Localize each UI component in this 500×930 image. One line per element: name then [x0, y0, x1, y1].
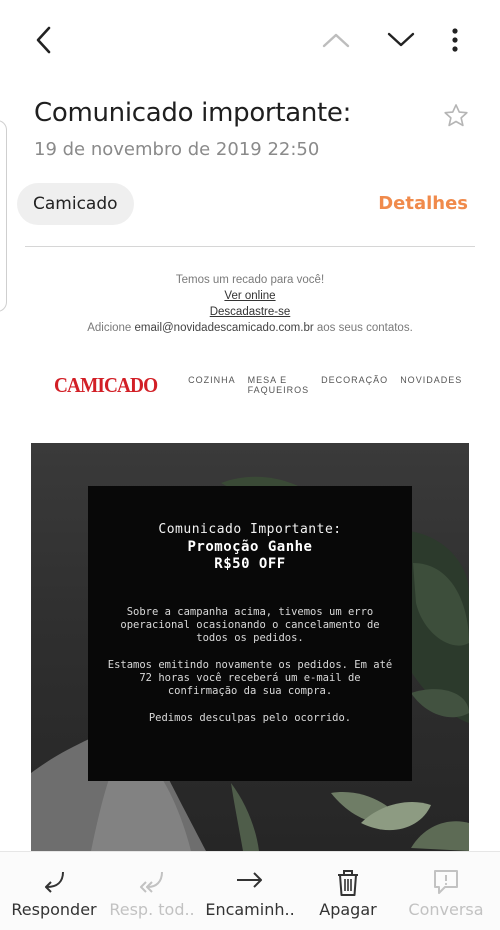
back-button[interactable]	[26, 22, 62, 58]
vertical-dots-icon	[452, 28, 458, 52]
email-preheader: Temos um recado para você! Ver online De…	[0, 272, 500, 336]
unsubscribe-link[interactable]: Descadastre-se	[0, 304, 500, 320]
trash-icon	[338, 870, 358, 896]
top-bar	[0, 0, 500, 80]
chevron-up-icon	[322, 33, 350, 48]
brand-header: CAMICADO COZINHA MESA E FAQUEIROS DECORA…	[54, 371, 461, 399]
delete-button[interactable]: Apagar	[298, 852, 398, 930]
camicado-logo[interactable]: CAMICADO	[54, 373, 158, 398]
star-icon	[444, 104, 468, 127]
brand-nav: COZINHA MESA E FAQUEIROS DECORAÇÃO NOVID…	[176, 375, 462, 395]
delete-label: Apagar	[319, 900, 377, 919]
reply-label: Responder	[11, 900, 97, 919]
forward-label: Encaminh..	[205, 900, 295, 919]
more-options-button[interactable]	[440, 22, 470, 58]
notice-box: Comunicado Importante: Promoção Ganhe R$…	[88, 486, 412, 781]
add-contact-text: Adicione email@novidadescamicado.com.br …	[0, 320, 500, 336]
nav-item-decoracao[interactable]: DECORAÇÃO	[321, 375, 388, 395]
conversation-button[interactable]: Conversa	[396, 852, 496, 930]
add-contact-suffix: aos seus contatos.	[313, 322, 413, 334]
nav-item-cozinha[interactable]: COZINHA	[188, 375, 236, 395]
notice-paragraph-3: Pedimos desculpas pelo ocorrido.	[148, 712, 352, 724]
details-link[interactable]: Detalhes	[378, 193, 468, 214]
hero-banner: Comunicado Importante: Promoção Ganhe R$…	[31, 443, 469, 851]
add-contact-prefix: Adicione	[87, 322, 135, 334]
reply-all-label: Resp. tod..	[109, 900, 195, 919]
reply-icon	[45, 871, 64, 893]
sender-email[interactable]: email@novidadescamicado.com.br	[135, 322, 314, 334]
chevron-left-icon	[36, 26, 51, 54]
notice-paragraph-2: Estamos emitindo novamente os pedidos. E…	[107, 659, 393, 697]
forward-button[interactable]: Encaminh..	[200, 852, 300, 930]
email-subject: Comunicado importante:	[34, 98, 352, 128]
reply-all-button[interactable]: Resp. tod..	[102, 852, 202, 930]
promo-amount: R$50 OFF	[214, 556, 286, 572]
reply-all-icon	[140, 871, 163, 893]
previous-email-button[interactable]	[318, 24, 354, 56]
view-online-link[interactable]: Ver online	[0, 288, 500, 304]
conversation-label: Conversa	[408, 900, 484, 919]
chevron-down-icon	[387, 32, 415, 47]
favorite-button[interactable]	[442, 102, 470, 134]
forward-icon	[237, 872, 262, 888]
preheader-text: Temos um recado para você!	[175, 274, 325, 286]
bottom-toolbar: Responder Resp. tod.. Encaminh.. Apagar	[0, 851, 500, 930]
sender-chip[interactable]: Camicado	[17, 183, 134, 225]
next-email-button[interactable]	[383, 24, 419, 56]
notice-paragraph-1: Sobre a campanha acima, tivemos um erro …	[120, 606, 380, 644]
email-date: 19 de novembro de 2019 22:50	[34, 139, 320, 160]
promo-title: Promoção Ganhe	[187, 539, 313, 555]
nav-item-novidades[interactable]: NOVIDADES	[400, 375, 462, 395]
notice-title: Comunicado Importante:	[158, 522, 342, 537]
divider	[25, 246, 475, 247]
reply-button[interactable]: Responder	[4, 852, 104, 930]
conversation-icon	[434, 870, 458, 894]
nav-item-mesa-e-faqueiros[interactable]: MESA E FAQUEIROS	[248, 375, 310, 395]
